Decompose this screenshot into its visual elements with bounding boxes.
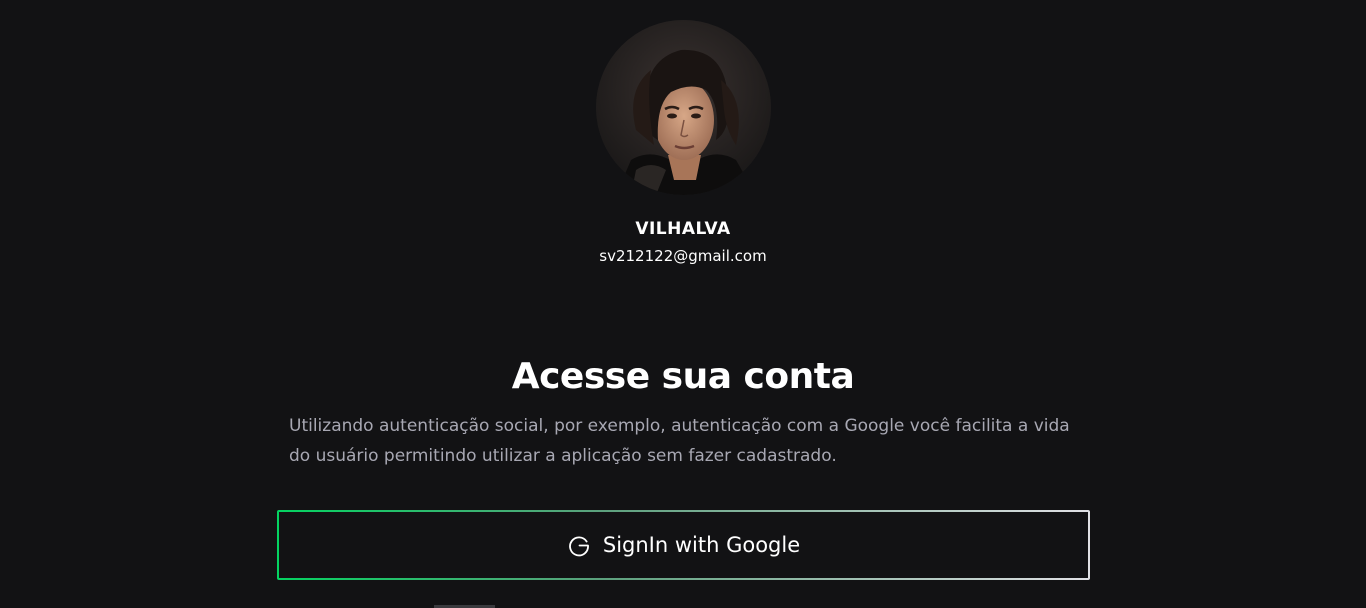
google-signin-label: SignIn with Google xyxy=(602,533,801,557)
google-signin-button[interactable]: SignIn with Google xyxy=(277,510,1090,580)
user-avatar xyxy=(596,20,771,195)
login-page: VILHALVA sv212122@gmail.com Acesse sua c… xyxy=(0,0,1366,608)
login-description: Utilizando autenticação social, por exem… xyxy=(289,416,1070,466)
page-title: Acesse sua conta xyxy=(511,356,855,397)
user-name: VILHALVA xyxy=(635,219,731,239)
user-email: sv212122@gmail.com xyxy=(599,247,767,265)
google-g-icon xyxy=(567,533,591,557)
